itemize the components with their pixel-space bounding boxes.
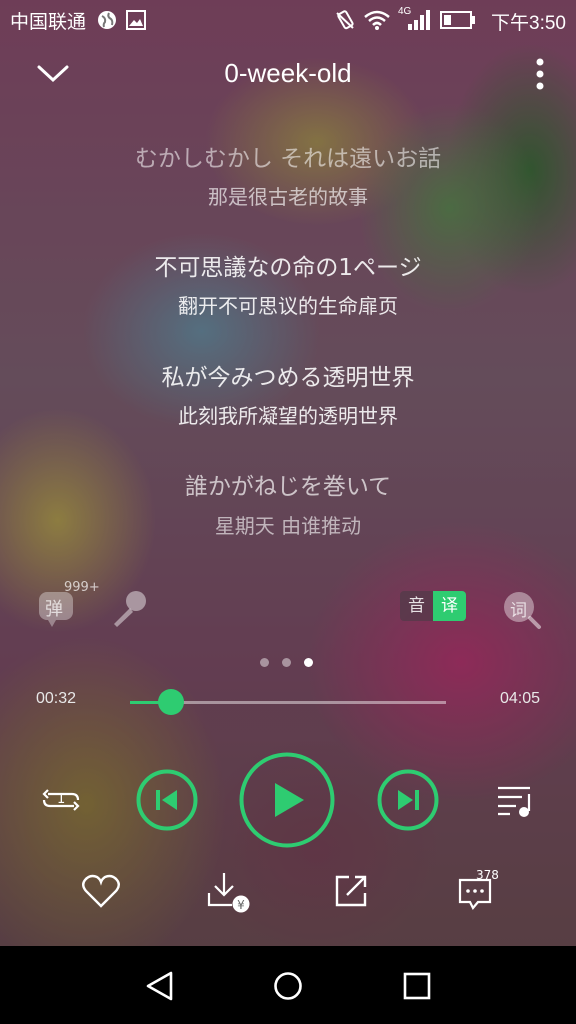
page-dot — [260, 658, 269, 667]
total-time: 04:05 — [500, 690, 541, 707]
microphone-icon[interactable] — [108, 588, 150, 634]
page-dot — [304, 658, 313, 667]
comment-count-badge: 378 — [476, 868, 499, 882]
danmaku-button[interactable]: 弹 999+ — [38, 580, 100, 627]
song-title: 0-week-old — [224, 58, 352, 88]
seek-bar[interactable] — [130, 689, 446, 715]
more-options-icon[interactable] — [534, 58, 546, 96]
comments-button[interactable]: 378 — [456, 868, 512, 912]
svg-text:¥: ¥ — [237, 898, 245, 912]
back-triangle-icon[interactable] — [144, 970, 176, 1006]
danmaku-label: 弹 — [45, 599, 63, 620]
playlist-icon — [498, 786, 531, 817]
page-indicator — [260, 658, 320, 668]
wifi-icon — [363, 9, 391, 37]
lyrics-search-button[interactable]: 词 — [502, 590, 542, 630]
share-icon[interactable] — [333, 873, 369, 913]
lyric-line-translation: 那是很古老的故事 — [208, 185, 368, 209]
skip-previous-icon — [136, 769, 198, 831]
page-dot — [282, 658, 291, 667]
lyric-line-translation: 星期天 由谁推动 — [214, 514, 362, 538]
status-bar: 中国联通 4G 下午3:50 — [0, 0, 576, 40]
seek-thumb[interactable] — [158, 689, 185, 715]
gallery-notification-icon — [126, 10, 146, 36]
player-header: 0-week-old — [0, 46, 576, 106]
play-button[interactable] — [238, 751, 336, 853]
lyric-line-original: 誰かがねじを巻いて — [184, 474, 392, 500]
lyric-line-original: むかしむかし それは遠いお話 — [134, 146, 442, 172]
vibrate-icon — [334, 9, 356, 37]
recents-square-icon[interactable] — [403, 972, 431, 1004]
danmaku-count-badge: 999+ — [64, 580, 100, 595]
repeat-one-badge: 1 — [57, 792, 66, 807]
next-track-button[interactable] — [377, 769, 439, 835]
repeat-one-button[interactable]: 1 — [40, 784, 82, 816]
lyric-line-translation: 翻开不可思议的生命扉页 — [178, 294, 398, 318]
play-icon — [239, 752, 335, 848]
signal-icon — [406, 9, 432, 37]
skip-next-icon — [377, 769, 439, 831]
previous-track-button[interactable] — [136, 769, 198, 835]
lyrics-search-label: 词 — [510, 601, 527, 621]
like-heart-icon[interactable] — [81, 873, 121, 913]
lyric-line-translation: 此刻我所凝望的透明世界 — [178, 404, 398, 428]
clock: 下午3:50 — [491, 13, 566, 34]
toggle-original[interactable]: 音 — [400, 591, 433, 621]
download-icon[interactable]: ¥ — [206, 871, 252, 919]
home-circle-icon[interactable] — [273, 971, 303, 1005]
lyric-line-original: 不可思議なの命の1ページ — [154, 255, 422, 281]
lyric-line-original: 私が今みつめる透明世界 — [161, 365, 415, 391]
battery-icon — [440, 11, 476, 35]
globe-icon — [97, 10, 117, 36]
playlist-button[interactable] — [496, 784, 536, 822]
system-navigation-bar — [0, 946, 576, 1024]
translation-toggle[interactable]: 音 译 — [400, 591, 466, 621]
current-time: 00:32 — [36, 690, 77, 707]
toggle-translation[interactable]: 译 — [433, 591, 466, 621]
carrier-name: 中国联通 — [10, 11, 87, 33]
